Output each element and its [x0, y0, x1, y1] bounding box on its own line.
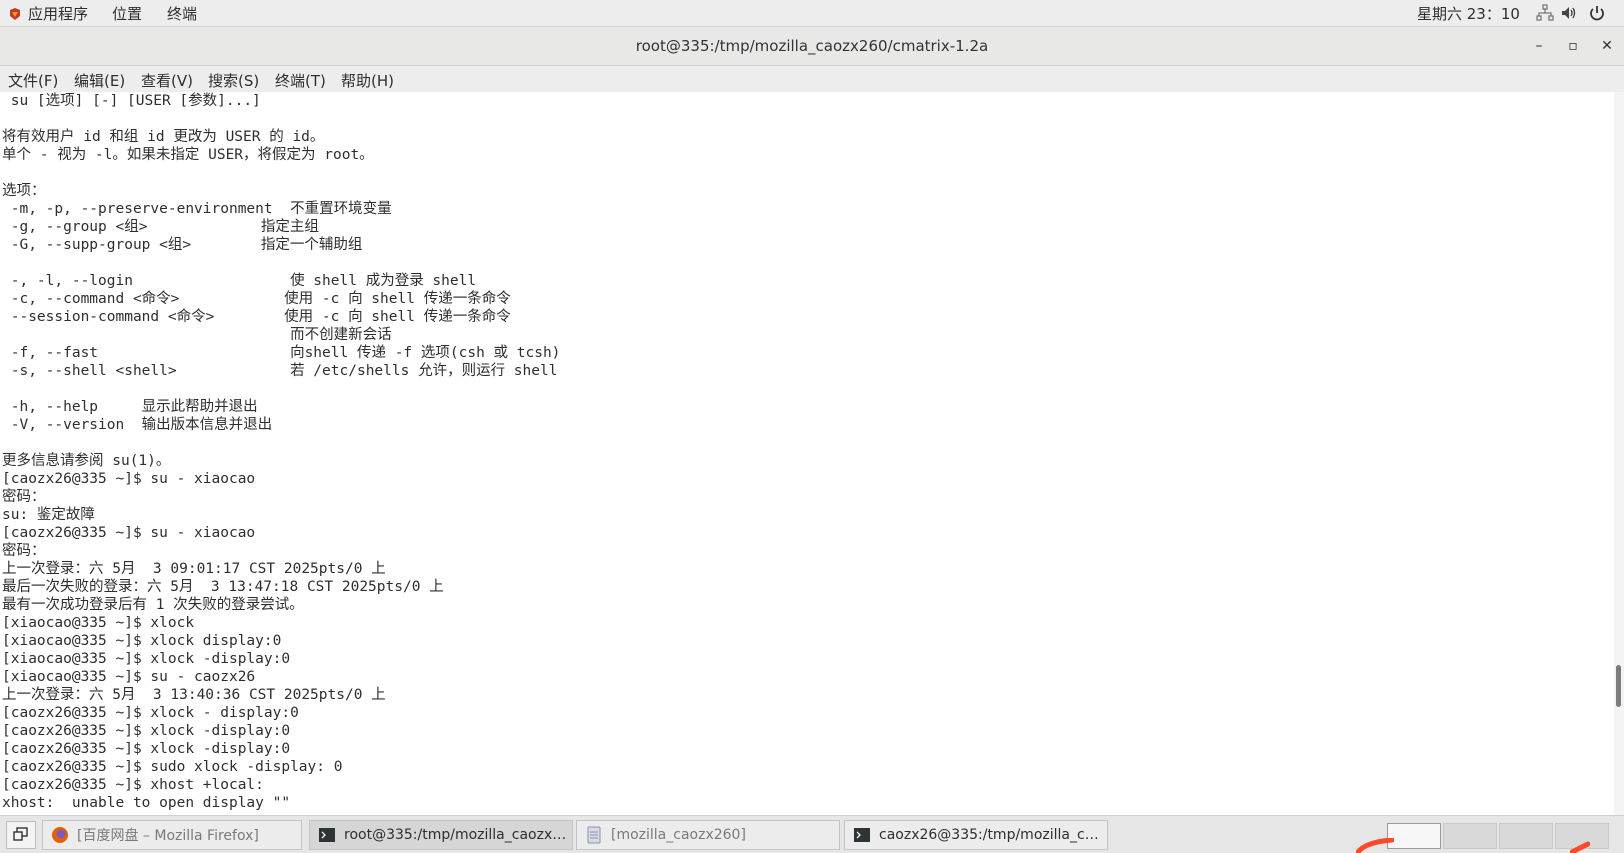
terminal-text: su [选项] [-] [USER [参数]...] 将有效用户 id 和组 id…: [0, 92, 1614, 812]
terminal-line: 上一次登录：六 5月 3 09:01:17 CST 2025pts/0 上: [2, 561, 386, 577]
menu-help[interactable]: 帮助(H): [341, 70, 394, 91]
terminal-line: -f, --fast 向shell 传递 -f 选项(csh 或 tcsh): [2, 345, 561, 361]
terminal-app-menu[interactable]: 终端: [167, 3, 197, 24]
terminal-line: 更多信息请参阅 su(1)。: [2, 453, 171, 469]
terminal-icon: [854, 828, 870, 842]
task-caozx26-terminal[interactable]: caozx26@335:/tmp/mozilla_caozx…: [844, 820, 1108, 850]
terminal-line: su: 鉴定故障: [2, 507, 95, 523]
terminal-line: xhost: unable to open display "": [2, 795, 291, 811]
terminal-line: [xiaocao@335 ~]$ xlock: [2, 615, 195, 631]
power-icon[interactable]: [1588, 4, 1606, 22]
terminal-line: 将有效用户 id 和组 id 更改为 USER 的 id。: [2, 129, 325, 145]
menu-search[interactable]: 搜索(S): [208, 70, 259, 91]
terminal-line: -h, --help 显示此帮助并退出: [2, 399, 258, 415]
terminal-line: [caozx26@335 ~]$ xlock -display:0: [2, 723, 291, 739]
clock[interactable]: 星期六 23：10: [1417, 3, 1520, 24]
terminal-line: -V, --version 输出版本信息并退出: [2, 417, 273, 433]
terminal-line: 而不创建新会话: [2, 327, 392, 343]
terminal-line: 密码：: [2, 543, 46, 559]
terminal-line: -s, --shell <shell> 若 /etc/shells 允许，则运行…: [2, 363, 558, 379]
terminal-line: -G, --supp-group <组> 指定一个辅助组: [2, 237, 363, 253]
terminal-line: -g, --group <组> 指定主组: [2, 219, 319, 235]
terminal-line: 最后一次失败的登录：六 5月 3 13:47:18 CST 2025pts/0 …: [2, 579, 444, 595]
terminal-line: [caozx26@335 ~]$ sudo xlock -display: 0: [2, 759, 343, 775]
terminal-line: [xiaocao@335 ~]$ xlock display:0: [2, 633, 282, 649]
scrollbar-thumb[interactable]: [1616, 665, 1621, 707]
terminal-line: [xiaocao@335 ~]$ xlock -display:0: [2, 651, 291, 667]
firefox-icon: [52, 827, 68, 843]
task-label: caozx26@335:/tmp/mozilla_caozx…: [879, 827, 1107, 843]
applications-menu[interactable]: 应用程序: [8, 3, 88, 24]
folder-icon: [587, 826, 601, 844]
window-titlebar[interactable]: root@335:/tmp/mozilla_caozx260/cmatrix-1…: [0, 27, 1624, 66]
menu-view[interactable]: 查看(V): [141, 70, 193, 91]
show-desktop-icon: [13, 827, 28, 841]
terminal-line: su [选项] [-] [USER [参数]...]: [2, 93, 261, 109]
red-annotation-stroke: [1356, 838, 1394, 853]
menu-file[interactable]: 文件(F): [8, 70, 58, 91]
window-title: root@335:/tmp/mozilla_caozx260/cmatrix-1…: [635, 37, 989, 55]
maximize-button[interactable]: ▫: [1562, 35, 1584, 57]
red-annotation-stroke: [1570, 841, 1590, 853]
terminal-line: [caozx26@335 ~]$ xlock - display:0: [2, 705, 299, 721]
close-button[interactable]: ✕: [1596, 35, 1618, 57]
bottom-panel: [百度网盘 – Mozilla Firefox] root@335:/tmp/m…: [0, 815, 1624, 853]
terminal-line: 选项：: [2, 183, 46, 199]
terminal-line: [xiaocao@335 ~]$ su - caozx26: [2, 669, 256, 685]
top-panel: 应用程序 位置 终端 星期六 23：10: [0, 0, 1624, 27]
applications-menu-icon: [10, 7, 20, 20]
terminal-line: --session-command <命令> 使用 -c 向 shell 传递一…: [2, 309, 511, 325]
terminal-line: -c, --command <命令> 使用 -c 向 shell 传递一条命令: [2, 291, 511, 307]
terminal-line: [caozx26@335 ~]$ su - xiaocao: [2, 525, 256, 541]
terminal-scrollbar[interactable]: [1614, 92, 1624, 815]
minimize-button[interactable]: –: [1528, 35, 1550, 57]
terminal-line: [caozx26@335 ~]$ su - xiaocao: [2, 471, 256, 487]
menu-terminal[interactable]: 终端(T): [275, 70, 326, 91]
terminal-line: 密码：: [2, 489, 46, 505]
terminal-line: -, -l, --login 使 shell 成为登录 shell: [2, 273, 477, 289]
terminal-line: 单个 - 视为 -l。如果未指定 USER，将假定为 root。: [2, 147, 374, 163]
menu-bar: 文件(F) 编辑(E) 查看(V) 搜索(S) 终端(T) 帮助(H): [0, 66, 1624, 92]
task-label: root@335:/tmp/mozilla_caozx260/…: [344, 827, 572, 843]
task-file-manager[interactable]: [mozilla_caozx260]: [576, 820, 840, 850]
menu-edit[interactable]: 编辑(E): [74, 70, 125, 91]
task-label: [mozilla_caozx260]: [611, 827, 746, 843]
volume-icon[interactable]: [1560, 4, 1578, 22]
network-icon[interactable]: [1536, 4, 1554, 22]
task-firefox[interactable]: [百度网盘 – Mozilla Firefox]: [42, 820, 302, 850]
terminal-line: [caozx26@335 ~]$ xlock -display:0: [2, 741, 291, 757]
terminal-line: [caozx26@335 ~]$ xhost +local:: [2, 777, 264, 793]
workspace-1[interactable]: [1387, 823, 1441, 849]
terminal-icon: [319, 828, 335, 842]
terminal-line: 最有一次成功登录后有 1 次失败的登录尝试。: [2, 597, 304, 613]
workspace-3[interactable]: [1499, 823, 1553, 849]
applications-menu-label: 应用程序: [28, 5, 89, 23]
terminal-line: 上一次登录：六 5月 3 13:40:36 CST 2025pts/0 上: [2, 687, 386, 703]
terminal-line: -m, -p, --preserve-environment 不重置环境变量: [2, 201, 392, 217]
show-desktop-button[interactable]: [6, 821, 36, 849]
task-label: [百度网盘 – Mozilla Firefox]: [77, 828, 259, 844]
terminal-output[interactable]: su [选项] [-] [USER [参数]...] 将有效用户 id 和组 id…: [0, 92, 1614, 815]
places-menu[interactable]: 位置: [112, 3, 142, 24]
task-root-terminal[interactable]: root@335:/tmp/mozilla_caozx260/…: [309, 820, 573, 850]
workspace-2[interactable]: [1443, 823, 1497, 849]
